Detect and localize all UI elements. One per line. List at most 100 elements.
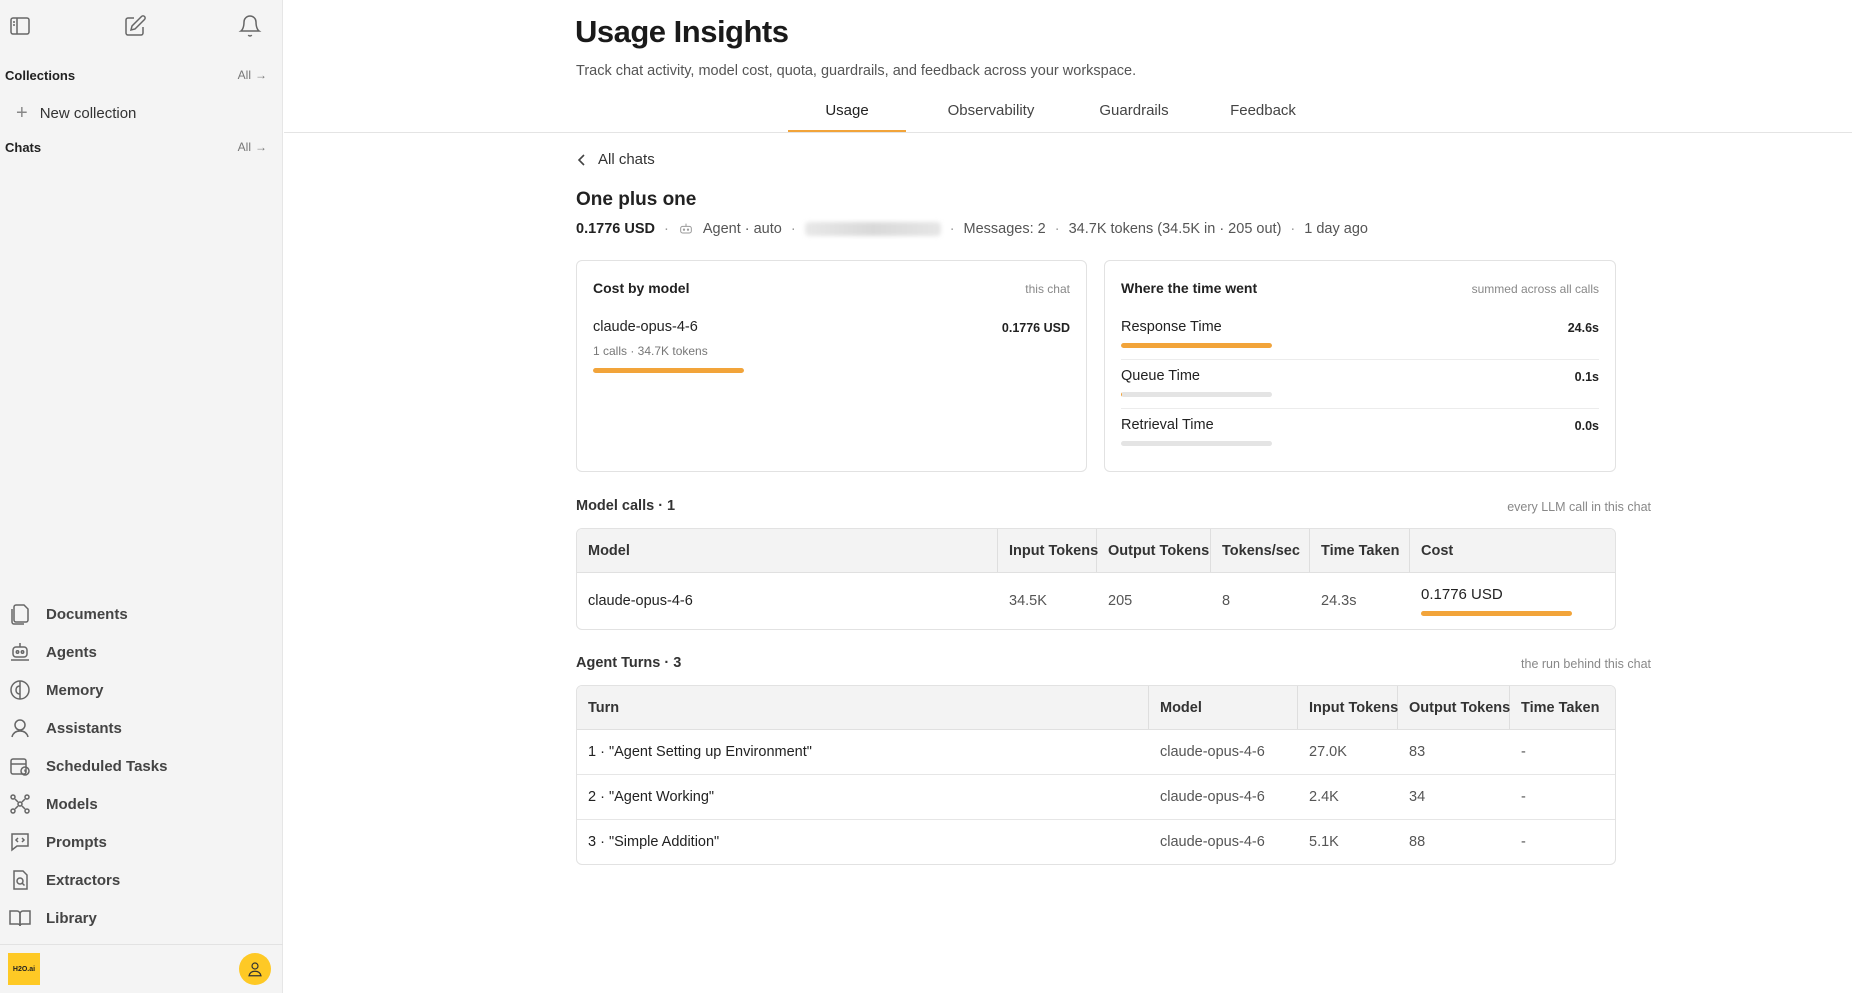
separator-dot: · bbox=[1054, 221, 1060, 237]
card-note: this chat bbox=[1025, 282, 1070, 296]
column-header-input-tokens[interactable]: Input Tokens bbox=[998, 529, 1098, 572]
column-header-cost[interactable]: Cost bbox=[1410, 529, 1615, 572]
queue-time-value: 0.1s bbox=[1574, 370, 1599, 384]
arrow-right-icon: → bbox=[255, 68, 267, 82]
column-header-tokens-per-sec[interactable]: Tokens/sec bbox=[1211, 529, 1310, 572]
sidebar-item-label: Documents bbox=[46, 605, 128, 623]
sidebar-item-extractors[interactable]: Extractors bbox=[0, 861, 283, 899]
models-icon bbox=[10, 794, 30, 814]
time-breakdown-card: Where the time went summed across all ca… bbox=[1104, 260, 1616, 472]
separator-dot: · bbox=[1290, 221, 1296, 237]
cell-output-tokens: 34 bbox=[1409, 789, 1426, 805]
cell-input-tokens: 34.5K bbox=[1009, 593, 1047, 609]
sidebar-toolbar bbox=[0, 0, 282, 52]
agents-icon bbox=[11, 643, 29, 661]
bell-icon[interactable] bbox=[238, 14, 262, 38]
cell-output-tokens: 88 bbox=[1409, 834, 1426, 850]
new-chat-icon[interactable] bbox=[123, 14, 147, 38]
page-title: Usage Insights bbox=[575, 14, 789, 49]
cell-time-taken: - bbox=[1521, 834, 1526, 850]
tab-observability[interactable]: Observability bbox=[916, 102, 1066, 133]
queue-time-label: Queue Time bbox=[1121, 368, 1200, 384]
tab-usage[interactable]: Usage bbox=[788, 102, 906, 133]
tabs-divider bbox=[284, 132, 1852, 133]
column-header-turn[interactable]: Turn bbox=[577, 686, 1149, 729]
chat-age: 1 day ago bbox=[1304, 221, 1368, 237]
column-header-time-taken[interactable]: Time Taken bbox=[1510, 686, 1615, 729]
cell-model: claude-opus-4-6 bbox=[588, 593, 693, 609]
agent-turns-note: the run behind this chat bbox=[1521, 657, 1651, 671]
cell-output-tokens: 205 bbox=[1108, 593, 1133, 609]
chat-title: One plus one bbox=[576, 189, 697, 210]
table-row[interactable]: 2 · "Agent Working" claude-opus-4-6 2.4K… bbox=[577, 775, 1615, 820]
sidebar-item-agents[interactable]: Agents bbox=[0, 633, 283, 671]
cell-turn: 2 · "Agent Working" bbox=[588, 789, 715, 805]
model-name: claude-opus-4-6 bbox=[593, 319, 698, 335]
chat-agent: Agent · auto bbox=[702, 221, 782, 237]
column-header-model[interactable]: Model bbox=[577, 529, 998, 572]
sidebar-item-label: Memory bbox=[46, 681, 104, 699]
sidebar-item-prompts[interactable]: Prompts bbox=[0, 823, 283, 861]
sidebar-item-label: Models bbox=[46, 795, 98, 813]
arrow-right-icon: → bbox=[255, 140, 267, 154]
column-header-input-tokens[interactable]: Input Tokens bbox=[1298, 686, 1398, 729]
collections-all-link[interactable]: All → bbox=[238, 68, 267, 82]
model-calls-table: Model Input Tokens Output Tokens Tokens/… bbox=[576, 528, 1616, 630]
collections-header: Collections All → bbox=[0, 63, 282, 87]
column-header-model[interactable]: Model bbox=[1149, 686, 1298, 729]
column-header-output-tokens[interactable]: Output Tokens bbox=[1097, 529, 1211, 572]
tab-feedback[interactable]: Feedback bbox=[1204, 102, 1322, 133]
h2o-logo: H2O.ai bbox=[8, 953, 40, 985]
new-collection-label: New collection bbox=[39, 104, 137, 122]
user-avatar[interactable] bbox=[239, 953, 271, 985]
tab-label: Guardrails bbox=[1099, 102, 1169, 119]
row-divider bbox=[1121, 408, 1599, 409]
chat-tokens: 34.7K tokens (34.5K in · 205 out) bbox=[1068, 221, 1282, 237]
prompts-icon bbox=[11, 833, 29, 852]
table-header: Turn Model Input Tokens Output Tokens Ti… bbox=[577, 686, 1615, 730]
column-header-output-tokens[interactable]: Output Tokens bbox=[1398, 686, 1510, 729]
tab-label: Feedback bbox=[1230, 102, 1296, 119]
column-header-time-taken[interactable]: Time Taken bbox=[1310, 529, 1410, 572]
sidebar-item-label: Assistants bbox=[46, 719, 122, 737]
card-title: Where the time went bbox=[1121, 280, 1258, 296]
response-time-bar-fill bbox=[1121, 343, 1272, 348]
cost-value: 0.1776 USD bbox=[1421, 586, 1503, 603]
card-title: Cost by model bbox=[593, 280, 690, 296]
chats-all-link[interactable]: All → bbox=[238, 140, 267, 154]
new-collection-button[interactable]: + New collection bbox=[0, 93, 282, 133]
chat-messages: Messages: 2 bbox=[963, 221, 1046, 237]
response-time-value: 24.6s bbox=[1567, 321, 1599, 335]
sidebar-item-library[interactable]: Library bbox=[0, 899, 283, 937]
queue-time-bar bbox=[1121, 392, 1272, 397]
retrieval-time-bar bbox=[1121, 441, 1272, 446]
chats-header: Chats All → bbox=[0, 135, 282, 159]
sidebar-item-scheduled-tasks[interactable]: Scheduled Tasks bbox=[0, 747, 283, 785]
logo-text: H2O.ai bbox=[12, 965, 36, 973]
table-row[interactable]: 3 · "Simple Addition" claude-opus-4-6 5.… bbox=[577, 820, 1615, 864]
sidebar-item-assistants[interactable]: Assistants bbox=[0, 709, 283, 747]
documents-icon bbox=[11, 604, 29, 625]
cell-input-tokens: 27.0K bbox=[1309, 744, 1347, 760]
table-row[interactable]: 1 · "Agent Setting up Environment" claud… bbox=[577, 730, 1615, 775]
sidebar-item-models[interactable]: Models bbox=[0, 785, 283, 823]
cell-time-taken: - bbox=[1521, 744, 1526, 760]
table-row: claude-opus-4-6 34.5K 205 8 24.3s 0.1776… bbox=[577, 573, 1615, 629]
back-to-all-chats-link[interactable]: All chats bbox=[576, 151, 655, 168]
retrieval-time-value: 0.0s bbox=[1574, 419, 1599, 433]
tab-guardrails[interactable]: Guardrails bbox=[1074, 102, 1194, 133]
cost-by-model-card: Cost by model this chat claude-opus-4-6 … bbox=[576, 260, 1087, 472]
sidebar-item-label: Scheduled Tasks bbox=[46, 757, 168, 775]
chevron-left-icon bbox=[577, 153, 585, 166]
cell-turn: 1 · "Agent Setting up Environment" bbox=[588, 744, 812, 760]
sidebar-item-memory[interactable]: Memory bbox=[0, 671, 283, 709]
library-icon bbox=[9, 910, 31, 927]
back-label: All chats bbox=[598, 151, 655, 168]
toggle-sidebar-icon[interactable] bbox=[8, 14, 32, 38]
page-subtitle: Track chat activity, model cost, quota, … bbox=[576, 63, 1137, 79]
sidebar-item-documents[interactable]: Documents bbox=[0, 595, 283, 633]
separator-dot: · bbox=[790, 221, 796, 237]
card-note: summed across all calls bbox=[1471, 282, 1599, 296]
user-icon bbox=[248, 962, 262, 977]
robot-icon bbox=[680, 223, 692, 234]
